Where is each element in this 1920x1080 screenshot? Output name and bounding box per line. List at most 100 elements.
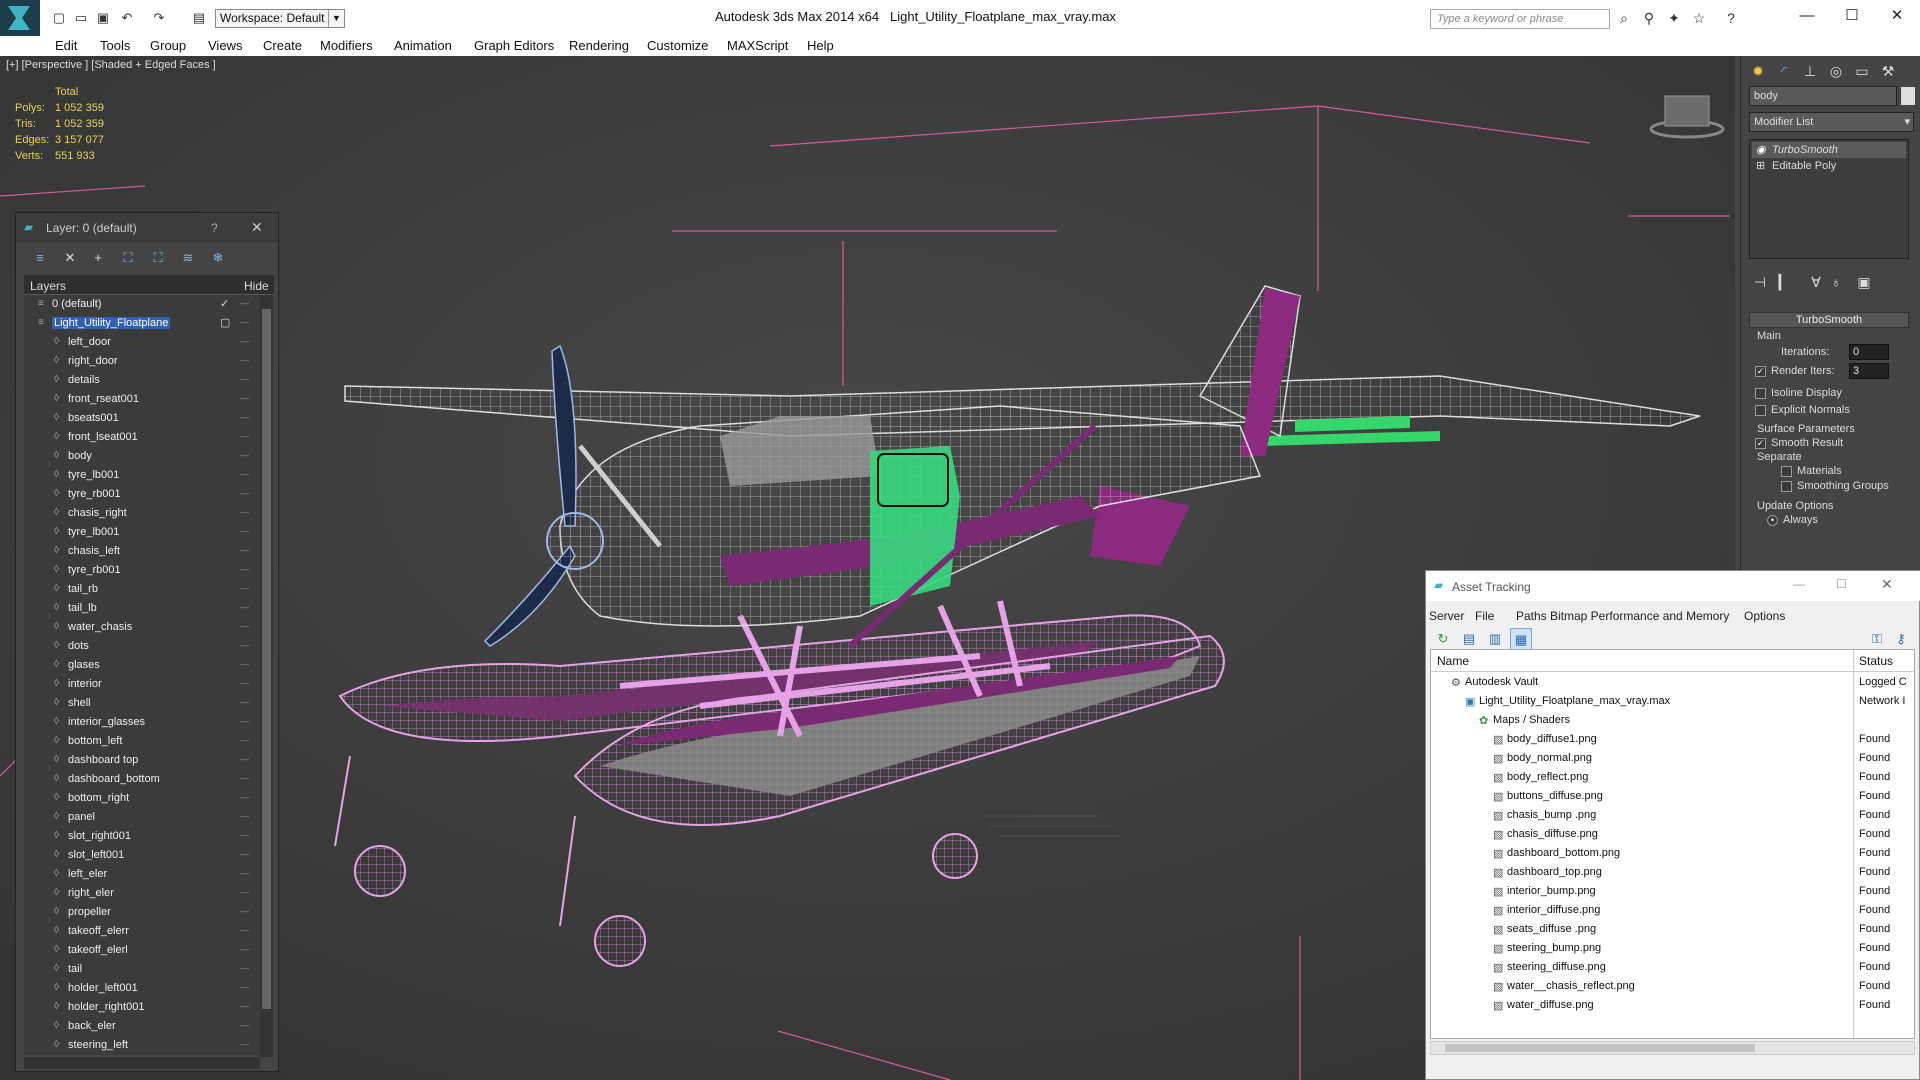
menu-server[interactable]: Server — [1429, 609, 1464, 623]
object-row[interactable]: ◊ holder_left001 — — [24, 979, 260, 998]
table-view-icon[interactable]: ▦ — [1510, 628, 1532, 650]
object-row[interactable]: ◊ tyre_lb001 — — [24, 523, 260, 542]
menu-group[interactable]: Group — [150, 37, 186, 55]
lightbulb-icon[interactable]: ◉ — [1756, 142, 1766, 158]
vault-help-icon[interactable]: ⚿ — [1866, 628, 1888, 650]
new-file-icon[interactable]: ▢ — [50, 10, 68, 26]
maximize-button[interactable]: ☐ — [1835, 5, 1869, 27]
object-row[interactable]: ◊ propeller — — [24, 903, 260, 922]
asset-row-vault[interactable]: ⚙ Autodesk Vault Logged C — [1431, 673, 1914, 692]
delete-layer-icon[interactable]: ✕ — [60, 250, 80, 268]
hide-toggle[interactable]: — — [240, 849, 249, 859]
hide-toggle[interactable]: — — [240, 412, 249, 422]
object-row[interactable]: ◊ shell — — [24, 694, 260, 713]
object-row[interactable]: ◊ right_door — — [24, 352, 260, 371]
menu-customize[interactable]: Customize — [647, 37, 708, 55]
iterations-spinner[interactable]: 0 — [1849, 344, 1889, 360]
highlight-layer-icon[interactable]: ⛶ — [148, 250, 168, 268]
object-row[interactable]: ◊ back_eler — — [24, 1017, 260, 1036]
hide-toggle[interactable]: — — [240, 564, 249, 574]
asset-row-maps[interactable]: ✿ Maps / Shaders — [1431, 711, 1914, 730]
scroll-thumb[interactable] — [262, 309, 271, 1009]
hide-toggle[interactable]: — — [240, 1001, 249, 1011]
hide-toggle[interactable]: — — [240, 488, 249, 498]
hide-toggle[interactable]: — — [240, 298, 249, 308]
hide-toggle[interactable]: — — [240, 773, 249, 783]
asset-row-file[interactable]: ▧ seats_diffuse .png Found — [1431, 920, 1914, 939]
hide-toggle[interactable]: — — [240, 906, 249, 916]
menu-create[interactable]: Create — [263, 37, 302, 55]
viewport-label[interactable]: [+] [Perspective ] [Shaded + Edged Faces… — [6, 59, 216, 71]
col-name[interactable]: Name — [1437, 654, 1469, 668]
always-radio[interactable]: • — [1767, 515, 1778, 526]
menu-paths[interactable]: Paths — [1516, 609, 1547, 623]
object-row[interactable]: ◊ tyre_rb001 — — [24, 561, 260, 580]
menu-maxscript[interactable]: MAXScript — [727, 37, 788, 55]
object-row[interactable]: ◊ slot_left001 — — [24, 846, 260, 865]
object-row[interactable]: ◊ takeoff_elerl — — [24, 941, 260, 960]
materials-checkbox[interactable] — [1781, 466, 1792, 477]
menu-tools[interactable]: Tools — [100, 37, 130, 55]
menu-animation[interactable]: Animation — [394, 37, 452, 55]
layer-row[interactable]: ≡ 0 (default) ✓ — — [24, 295, 260, 314]
search-input[interactable]: Type a keyword or phrase — [1430, 9, 1610, 29]
refresh-icon[interactable]: ↻ — [1432, 628, 1454, 650]
minimize-button[interactable]: — — [1790, 5, 1824, 27]
create-tab-icon[interactable]: ✹ — [1747, 60, 1769, 82]
help-button[interactable]: ? — [211, 221, 218, 235]
hide-toggle[interactable]: — — [240, 317, 249, 327]
asset-row-file[interactable]: ▧ interior_bump.png Found — [1431, 882, 1914, 901]
favorites-star-icon[interactable]: ☆ — [1690, 10, 1708, 26]
asset-row-file[interactable]: ▧ water_diffuse.png Found — [1431, 996, 1914, 1015]
asset-row-file[interactable]: ▧ dashboard_bottom.png Found — [1431, 844, 1914, 863]
menu-help[interactable]: Help — [807, 37, 834, 55]
object-row[interactable]: ◊ left_door — — [24, 333, 260, 352]
hide-toggle[interactable]: — — [240, 602, 249, 612]
hide-toggle[interactable]: — — [240, 678, 249, 688]
object-row[interactable]: ◊ left_eler — — [24, 865, 260, 884]
hide-toggle[interactable]: — — [240, 583, 249, 593]
object-row[interactable]: ◊ dashboard top — — [24, 751, 260, 770]
object-row[interactable]: ◊ tail — — [24, 960, 260, 979]
pin-stack-icon[interactable]: ⊣ — [1749, 271, 1771, 293]
hide-toggle[interactable]: — — [240, 355, 249, 365]
project-folder-icon[interactable]: ▤ — [190, 10, 208, 26]
stack-item-editable-poly[interactable]: ⊞ Editable Poly — [1752, 158, 1906, 174]
remove-modifier-icon[interactable]: ♁ — [1825, 271, 1847, 293]
asset-row-file[interactable]: ▧ body_diffuse1.png Found — [1431, 730, 1914, 749]
object-row[interactable]: ◊ takeoff_elerr — — [24, 922, 260, 941]
object-row[interactable]: ◊ body — — [24, 447, 260, 466]
layer-box-icon[interactable]: ▢ — [220, 316, 230, 329]
modifier-list-dropdown[interactable]: Modifier List ▾ — [1749, 112, 1914, 132]
make-unique-icon[interactable]: ∀ — [1805, 271, 1827, 293]
freeze-all-icon[interactable]: ❄ — [208, 250, 228, 268]
object-row[interactable]: ◊ tyre_rb001 — — [24, 485, 260, 504]
asset-horizontal-scrollbar[interactable] — [1430, 1041, 1915, 1055]
hide-toggle[interactable]: — — [240, 526, 249, 536]
asset-row-file[interactable]: ▧ dashboard_top.png Found — [1431, 863, 1914, 882]
explicit-normals-checkbox[interactable] — [1755, 405, 1766, 416]
asset-row-maxfile[interactable]: ▣ Light_Utility_Floatplane_max_vray.max Ne… — [1431, 692, 1914, 711]
select-objects-icon[interactable]: ⛶ — [118, 250, 138, 268]
object-row[interactable]: ◊ bseats001 — — [24, 409, 260, 428]
hide-toggle[interactable]: — — [240, 735, 249, 745]
asset-row-file[interactable]: ▧ steering_bump.png Found — [1431, 939, 1914, 958]
close-icon[interactable]: ✕ — [251, 219, 263, 236]
hide-toggle[interactable]: — — [240, 336, 249, 346]
smoothing-groups-checkbox[interactable] — [1781, 481, 1792, 492]
hierarchy-tab-icon[interactable]: ⊥ — [1799, 60, 1821, 82]
object-row[interactable]: ◊ dashboard_bottom — — [24, 770, 260, 789]
object-row[interactable]: ◊ chasis_left — — [24, 542, 260, 561]
col-layers[interactable]: Layers — [30, 279, 66, 293]
utilities-tab-icon[interactable]: ⚒ — [1877, 60, 1899, 82]
object-row[interactable]: ◊ details — — [24, 371, 260, 390]
col-status[interactable]: Status — [1859, 654, 1893, 668]
hide-toggle[interactable]: — — [240, 393, 249, 403]
hide-toggle[interactable]: — — [240, 450, 249, 460]
smooth-result-checkbox[interactable]: ✓ — [1755, 438, 1766, 449]
object-row[interactable]: ◊ water_chasis — — [24, 618, 260, 637]
show-end-result-icon[interactable]: ▎ — [1773, 271, 1795, 293]
render-iters-checkbox[interactable]: ✓ — [1755, 366, 1766, 377]
isoline-display-checkbox[interactable] — [1755, 388, 1766, 399]
hide-toggle[interactable]: — — [240, 469, 249, 479]
